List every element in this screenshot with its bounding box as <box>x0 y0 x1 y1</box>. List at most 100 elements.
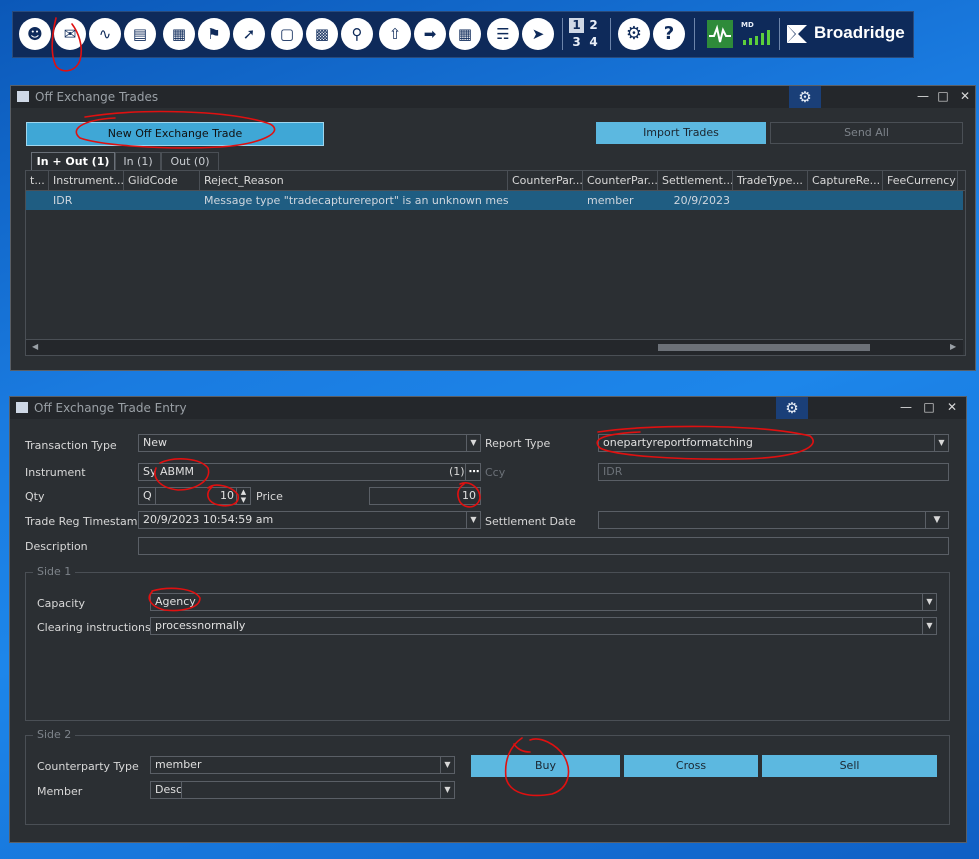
help-icon[interactable]: ? <box>653 18 685 50</box>
cross-button[interactable]: Cross <box>624 755 758 777</box>
close-icon[interactable]: ✕ <box>957 88 973 104</box>
chevron-down-icon[interactable]: ▼ <box>440 757 454 773</box>
column-header[interactable]: t... <box>26 171 49 190</box>
member-label: Member <box>37 785 83 798</box>
signal-icon <box>743 30 770 45</box>
column-header[interactable]: Settlement... <box>658 171 733 190</box>
announce-icon[interactable]: ➤ <box>522 18 554 50</box>
entry-titlebar: Off Exchange Trade Entry ⚙ — □ ✕ <box>10 397 966 419</box>
settings-icon[interactable]: ⚙ <box>618 18 650 50</box>
box-icon[interactable]: ▢ <box>271 18 303 50</box>
chevron-down-icon[interactable]: ▼ <box>466 512 480 528</box>
instrument-count: (1) <box>449 465 465 478</box>
send-all-button[interactable]: Send All <box>770 122 963 144</box>
grid-number: 1 <box>569 18 584 33</box>
instrument-field[interactable]: Sy ABMM (1) ⋯ <box>138 463 481 481</box>
toolbar-divider <box>694 18 695 50</box>
column-header[interactable]: Instrument... <box>49 171 124 190</box>
description-field[interactable] <box>138 537 949 555</box>
field-divider <box>155 488 156 504</box>
report-type-select[interactable]: onepartyreportformatching ▼ <box>598 434 949 452</box>
brand-name: Broadridge <box>814 23 905 42</box>
basket-icon[interactable]: ⚲ <box>341 18 373 50</box>
clearing-select[interactable]: processnormally ▼ <box>150 617 937 635</box>
side1-title: Side 1 <box>33 565 76 578</box>
grid-number: 2 <box>589 18 598 32</box>
chevron-down-icon[interactable]: ▼ <box>922 594 936 610</box>
trade-entry-window: Off Exchange Trade Entry ⚙ — □ ✕ Transac… <box>9 396 967 843</box>
folder-icon[interactable]: ▤ <box>124 18 156 50</box>
settlement-date-label: Settlement Date <box>485 515 576 528</box>
tab-in-out[interactable]: In + Out (1) <box>31 152 115 171</box>
building-icon[interactable]: ▩ <box>306 18 338 50</box>
settlement-date-field[interactable]: ▼ <box>598 511 949 529</box>
chevron-down-icon[interactable]: ▼ <box>934 435 948 451</box>
price-field[interactable]: 10 <box>369 487 481 505</box>
scroll-left-icon[interactable]: ◀ <box>32 342 38 351</box>
qty-stepper[interactable]: Q 10 ▲ ▼ <box>138 487 251 505</box>
pulse-chart-icon <box>709 24 731 43</box>
close-icon[interactable]: ✕ <box>944 399 960 415</box>
market-data-icon[interactable] <box>707 20 733 48</box>
member-select[interactable]: Desc ▼ <box>150 781 455 799</box>
report-type-label: Report Type <box>485 437 551 450</box>
new-off-exchange-trade-button[interactable]: New Off Exchange Trade <box>26 122 324 146</box>
grid-number: 3 <box>572 35 581 49</box>
chevron-down-icon[interactable]: ▼ <box>440 782 454 798</box>
qty-label: Qty <box>25 490 45 503</box>
column-header[interactable]: TradeType... <box>733 171 808 190</box>
buy-button[interactable]: Buy <box>471 755 620 777</box>
counterparty-type-select[interactable]: member ▼ <box>150 756 455 774</box>
calculator-icon[interactable]: ▦ <box>163 18 195 50</box>
column-header[interactable]: CounterPar... <box>583 171 658 190</box>
column-header[interactable]: GlidCode <box>124 171 200 190</box>
column-header[interactable]: CaptureRe... <box>808 171 883 190</box>
chevron-down-icon[interactable]: ▼ <box>466 435 480 451</box>
scrollbar-thumb[interactable] <box>658 344 870 351</box>
column-header[interactable]: Reject_Reason <box>200 171 508 190</box>
trade-entry-icon[interactable]: ✉ <box>54 18 86 50</box>
toolbar-divider <box>562 18 563 50</box>
maximize-icon[interactable]: □ <box>935 88 951 104</box>
chevron-down-icon[interactable]: ▼ <box>922 618 936 634</box>
bell-icon[interactable]: ⚑ <box>198 18 230 50</box>
transaction-type-select[interactable]: New ▼ <box>138 434 481 452</box>
capacity-select[interactable]: Agency ▼ <box>150 593 937 611</box>
link-icon[interactable]: ➚ <box>233 18 265 50</box>
tab-out[interactable]: Out (0) <box>161 152 219 171</box>
member-value: Desc <box>155 783 183 796</box>
maximize-icon[interactable]: □ <box>921 399 937 415</box>
date-picker-icon[interactable]: ▼ <box>925 512 948 528</box>
upload-icon[interactable]: ⇧ <box>379 18 411 50</box>
ccy-field: IDR <box>598 463 949 481</box>
cell-glidcode <box>124 193 200 209</box>
cell-settlement: 20/9/2023 <box>673 194 730 207</box>
column-header[interactable]: FeeCurrency <box>883 171 958 190</box>
apps-icon[interactable]: ▦ <box>449 18 481 50</box>
counterparty-type-value: member <box>155 758 202 771</box>
horizontal-scrollbar[interactable]: ◀ ▶ <box>26 339 963 355</box>
trade-reg-select[interactable]: 20/9/2023 10:54:59 am ▼ <box>138 511 481 529</box>
description-label: Description <box>25 540 88 553</box>
minimize-icon[interactable]: — <box>915 88 931 104</box>
minimize-icon[interactable]: — <box>898 399 914 415</box>
layout-grid-icon[interactable]: 1 2 3 4 <box>569 18 603 50</box>
settings-gear-icon[interactable]: ⚙ <box>776 397 808 419</box>
scroll-right-icon[interactable]: ▶ <box>950 342 956 351</box>
pulse-icon[interactable]: ∿ <box>89 18 121 50</box>
stepper-arrows-icon[interactable]: ▲ ▼ <box>236 488 250 504</box>
tab-in[interactable]: In (1) <box>115 152 161 171</box>
import-trades-button[interactable]: Import Trades <box>596 122 766 144</box>
arrow-right-icon[interactable]: ➡ <box>414 18 446 50</box>
trades-window-title: Off Exchange Trades <box>35 90 159 104</box>
trades-titlebar: Off Exchange Trades ⚙ — □ ✕ <box>11 86 975 108</box>
settings-gear-icon[interactable]: ⚙ <box>789 86 821 108</box>
cell-counterparty <box>508 193 583 209</box>
users-icon[interactable]: ☻ <box>19 18 51 50</box>
sell-button[interactable]: Sell <box>762 755 937 777</box>
column-header[interactable]: CounterPar... <box>508 171 583 190</box>
more-options-icon[interactable]: ⋯ <box>465 464 480 480</box>
megaphone-icon[interactable]: ☴ <box>487 18 519 50</box>
trade-reg-value: 20/9/2023 10:54:59 am <box>143 513 274 526</box>
main-toolbar: ☻ ✉ ∿ ▤ ▦ ⚑ ➚ ▢ ▩ ⚲ ⇧ ➡ ▦ ☴ ➤ 1 2 3 4 ⚙ … <box>12 11 914 58</box>
